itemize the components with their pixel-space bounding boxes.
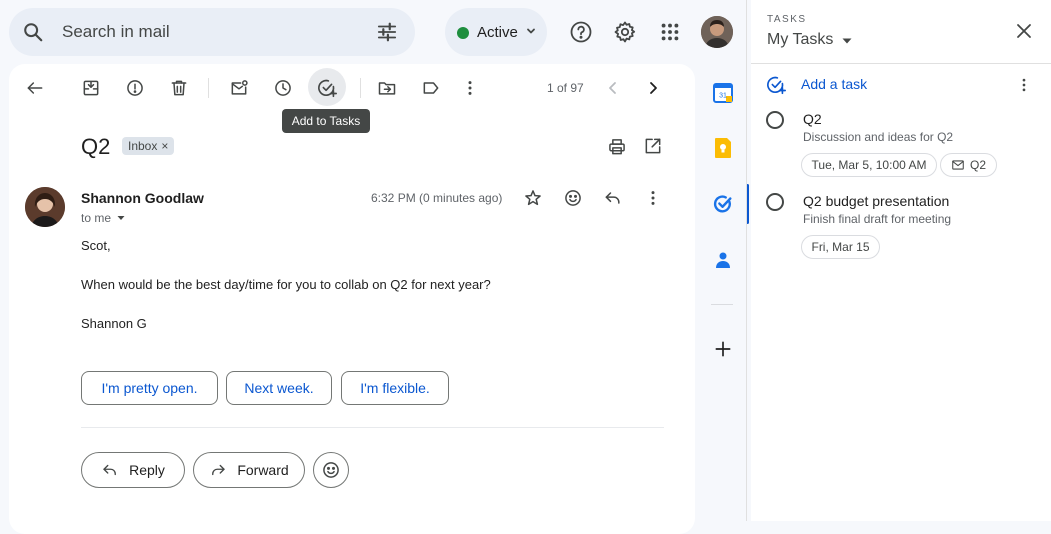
add-task-button[interactable]: Add a task [801, 76, 867, 92]
task-complete-checkbox[interactable] [766, 111, 784, 129]
mail-icon [951, 158, 965, 172]
add-task-icon[interactable] [765, 74, 787, 96]
tasks-icon[interactable] [711, 192, 735, 216]
task-title[interactable]: Q2 [803, 111, 822, 127]
forward-label: Forward [237, 462, 289, 478]
status-dot [457, 27, 469, 39]
back-icon[interactable] [23, 76, 47, 100]
status-label: Active [477, 24, 518, 41]
snooze-icon[interactable] [271, 76, 295, 100]
task-complete-checkbox[interactable] [766, 193, 784, 211]
tasks-list-selector[interactable]: My Tasks [767, 31, 833, 49]
rail-divider [711, 304, 733, 305]
tasks-panel-kicker: TASKS [767, 14, 807, 25]
open-in-new-window-icon[interactable] [641, 134, 665, 158]
task-due-chip[interactable]: Fri, Mar 15 [801, 235, 880, 259]
search-bar[interactable]: Search in mail [9, 8, 415, 56]
status-selector[interactable]: Active [445, 8, 547, 56]
close-icon[interactable]: × [161, 139, 168, 153]
apps-grid-icon[interactable] [658, 20, 682, 44]
calendar-icon[interactable]: 31 [711, 81, 735, 105]
recipient-toggle[interactable]: to me [81, 211, 111, 225]
label-icon[interactable] [419, 76, 443, 100]
smart-reply-button[interactable]: I'm flexible. [341, 371, 449, 405]
task-title[interactable]: Q2 budget presentation [803, 193, 949, 209]
email-body-line: Shannon G [81, 316, 147, 331]
delete-icon[interactable] [167, 76, 191, 100]
reply-icon[interactable] [601, 186, 625, 210]
report-spam-icon[interactable] [123, 76, 147, 100]
search-input[interactable]: Search in mail [62, 22, 170, 42]
task-email-link-chip[interactable]: Q2 [940, 153, 997, 177]
svg-text:31: 31 [719, 93, 727, 100]
reply-label: Reply [129, 462, 165, 478]
contacts-icon[interactable] [711, 248, 735, 272]
email-timestamp: 6:32 PM (0 minutes ago) [371, 191, 503, 205]
gear-icon[interactable] [613, 20, 637, 44]
email-view: Add to Tasks 1 of 97 Q2 Inbox × Shannon … [9, 64, 695, 534]
reply-button[interactable]: Reply [81, 452, 185, 488]
emoji-icon [321, 460, 341, 480]
sender-avatar[interactable] [25, 187, 65, 227]
sender-name[interactable]: Shannon Goodlaw [81, 190, 204, 206]
divider [751, 63, 1051, 64]
tune-icon[interactable] [375, 20, 399, 44]
star-icon[interactable] [521, 186, 545, 210]
task-due-chip[interactable]: Tue, Mar 5, 10:00 AM [801, 153, 937, 177]
emoji-reaction-button[interactable] [313, 452, 349, 488]
label-chip-inbox[interactable]: Inbox × [122, 137, 175, 155]
caret-down-icon[interactable] [841, 35, 853, 47]
add-app-icon[interactable] [711, 337, 735, 361]
print-icon[interactable] [605, 135, 629, 159]
chevron-right-icon[interactable] [641, 76, 665, 100]
close-icon[interactable] [1013, 20, 1035, 42]
reply-icon [101, 461, 119, 479]
panel-border [746, 0, 747, 521]
task-email-link-label: Q2 [969, 158, 986, 172]
emoji-reaction-icon[interactable] [561, 186, 585, 210]
help-icon[interactable] [569, 20, 593, 44]
toolbar-divider [360, 78, 361, 98]
tooltip: Add to Tasks [282, 109, 370, 133]
task-description: Discussion and ideas for Q2 [803, 130, 954, 144]
search-icon[interactable] [21, 20, 45, 44]
label-chip-text: Inbox [128, 139, 158, 153]
tasks-panel: TASKS My Tasks Add a task Q2 Discussion … [751, 0, 1051, 521]
forward-icon [209, 461, 227, 479]
add-to-tasks-icon[interactable] [315, 76, 339, 100]
archive-icon[interactable] [79, 76, 103, 100]
smart-reply-button[interactable]: Next week. [226, 371, 332, 405]
mark-unread-icon[interactable] [227, 76, 251, 100]
keep-icon[interactable] [711, 136, 735, 160]
smart-reply-button[interactable]: I'm pretty open. [81, 371, 218, 405]
more-vert-icon[interactable] [641, 186, 665, 210]
email-body-line: When would be the best day/time for you … [81, 277, 491, 292]
account-avatar[interactable] [701, 16, 733, 48]
move-to-icon[interactable] [375, 76, 399, 100]
email-body-line: Scot, [81, 238, 111, 253]
more-vert-icon[interactable] [1013, 74, 1035, 96]
task-description: Finish final draft for meeting [803, 212, 952, 226]
chevron-left-icon[interactable] [601, 76, 625, 100]
chevron-down-icon [525, 25, 537, 37]
divider [81, 427, 664, 428]
email-subject: Q2 [81, 134, 111, 159]
toolbar-divider [208, 78, 209, 98]
caret-down-icon[interactable] [115, 212, 127, 224]
more-vert-icon[interactable] [458, 76, 482, 100]
message-count: 1 of 97 [547, 81, 584, 95]
forward-button[interactable]: Forward [193, 452, 305, 488]
